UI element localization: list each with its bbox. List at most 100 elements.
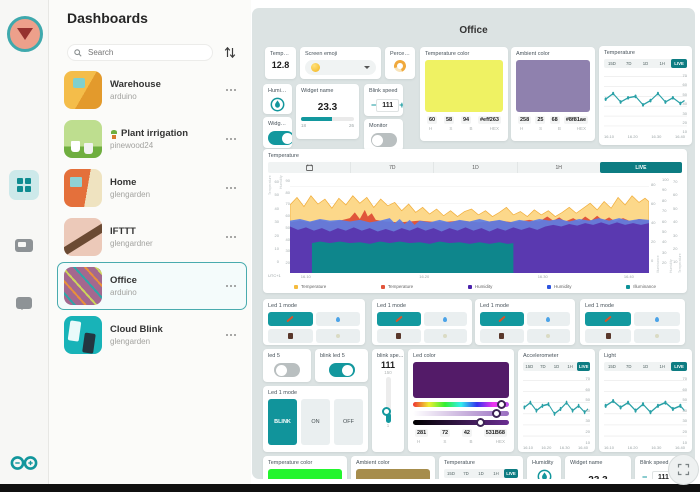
slider-value: 111 — [381, 360, 395, 370]
tab-7d[interactable]: 7D — [621, 59, 637, 68]
tab-7d[interactable]: 7D — [621, 362, 637, 371]
slider-knob[interactable] — [382, 407, 391, 416]
mode-pencil-button[interactable] — [377, 312, 421, 326]
tab-1h[interactable]: 1H — [654, 362, 670, 371]
toggle-off[interactable] — [274, 363, 300, 377]
tab-1h[interactable]: 1H — [517, 162, 600, 173]
tab-15d[interactable]: 15D — [604, 59, 620, 68]
color-swatch[interactable] — [425, 60, 503, 112]
dashboard-item-warehouse[interactable]: Warehouse arduino — [57, 66, 247, 114]
plus-button[interactable]: + — [399, 101, 403, 110]
dashboard-thumbnail[interactable] — [64, 267, 102, 305]
dashboard-item-plant-irrigation[interactable]: Plant irrigation pinewood24 — [57, 115, 247, 163]
color-swatch[interactable] — [516, 60, 590, 112]
mode-plug-button[interactable] — [268, 329, 313, 343]
mode-droplet-button[interactable] — [316, 312, 361, 326]
item-menu-icon[interactable] — [226, 187, 236, 189]
mode-bulb-button[interactable] — [424, 329, 468, 343]
tab-live[interactable]: LIVE — [671, 59, 687, 68]
chart-legend: Temperature Temperature Humidity Humidit… — [268, 281, 682, 289]
dashboard-thumbnail[interactable] — [64, 169, 102, 207]
dashboard-item-cloud-blink[interactable]: Cloud Blink glengarden — [57, 311, 247, 359]
hex-value: #eff263 — [478, 116, 501, 124]
saturation-slider[interactable] — [413, 411, 509, 416]
toggle-off[interactable] — [371, 133, 397, 147]
tab-live[interactable]: LIVE — [600, 162, 682, 173]
dashboard-thumbnail[interactable] — [64, 71, 102, 109]
vertical-slider[interactable] — [386, 377, 391, 423]
emoji-dropdown[interactable] — [305, 60, 376, 75]
mode-plug-button[interactable] — [480, 329, 524, 343]
dashboards-grid-icon[interactable] — [9, 170, 39, 200]
dashboard-item-ifttt[interactable]: IFTTT glengardner — [57, 213, 247, 261]
dashboard-item-home[interactable]: Home glengarden — [57, 164, 247, 212]
dashboard-thumbnail[interactable] — [64, 316, 102, 354]
mode-pencil-button[interactable] — [268, 312, 313, 326]
tab-1h[interactable]: 1H — [564, 362, 577, 371]
search-input[interactable] — [86, 47, 206, 58]
dashboard-thumbnail[interactable] — [64, 218, 102, 256]
mode-plug-button[interactable] — [585, 329, 631, 343]
search-bar[interactable] — [67, 44, 213, 61]
mode-plug-button[interactable] — [377, 329, 421, 343]
item-menu-icon[interactable] — [226, 138, 236, 140]
tab-15d[interactable]: 15D — [523, 362, 536, 371]
toggle-on[interactable] — [329, 363, 355, 377]
tab-1h[interactable]: 1H — [489, 469, 503, 478]
tab-1d[interactable]: 1D — [638, 362, 654, 371]
hex-value: #8f81ae — [564, 116, 588, 124]
tab-1d[interactable]: 1D — [474, 469, 488, 478]
tab-live[interactable]: LIVE — [671, 362, 687, 371]
devices-icon[interactable] — [9, 230, 39, 260]
tab-live[interactable]: LIVE — [504, 469, 518, 478]
bulb-icon — [546, 334, 550, 338]
tab-7d[interactable]: 7D — [350, 162, 433, 173]
tab-15d[interactable]: 15D — [444, 469, 458, 478]
chat-icon[interactable] — [9, 288, 39, 318]
slider-min: 1 — [387, 423, 390, 428]
slider-knob[interactable] — [476, 418, 485, 427]
mode-bulb-button[interactable] — [634, 329, 680, 343]
mode-droplet-button[interactable] — [527, 312, 571, 326]
tab-live[interactable]: LIVE — [577, 362, 590, 371]
tab-calendar[interactable] — [268, 162, 350, 173]
smiley-face-icon — [311, 63, 320, 72]
slider-knob[interactable] — [497, 400, 506, 409]
color-swatch[interactable] — [268, 469, 342, 479]
off-button[interactable]: OFF — [334, 399, 363, 445]
fullscreen-button[interactable] — [668, 454, 699, 485]
color-swatch[interactable] — [413, 362, 509, 398]
item-menu-icon[interactable] — [226, 285, 236, 287]
tab-1d[interactable]: 1D — [433, 162, 516, 173]
item-menu-icon[interactable] — [226, 236, 236, 238]
sort-button[interactable] — [221, 44, 239, 61]
blink-button[interactable]: BLINK — [268, 399, 297, 445]
minus-button[interactable]: − — [642, 473, 647, 479]
mode-pencil-button[interactable] — [585, 312, 631, 326]
tab-1d[interactable]: 1D — [638, 59, 654, 68]
stepper-value[interactable]: 111 — [376, 99, 399, 112]
hue-slider[interactable] — [413, 402, 509, 407]
on-button[interactable]: ON — [301, 399, 330, 445]
tab-1h[interactable]: 1H — [654, 59, 670, 68]
mode-pencil-button[interactable] — [480, 312, 524, 326]
mode-bulb-button[interactable] — [316, 329, 361, 343]
mode-droplet-button[interactable] — [424, 312, 468, 326]
brightness-slider[interactable] — [413, 420, 509, 425]
slider-knob[interactable] — [492, 409, 501, 418]
color-swatch[interactable] — [356, 469, 430, 479]
item-menu-icon[interactable] — [226, 334, 236, 336]
user-avatar[interactable] — [7, 16, 43, 52]
tab-1d[interactable]: 1D — [550, 362, 563, 371]
toggle-on[interactable] — [268, 131, 292, 145]
dashboard-owner: glengardner — [110, 239, 218, 248]
tab-7d[interactable]: 7D — [537, 362, 550, 371]
mode-bulb-button[interactable] — [527, 329, 571, 343]
dashboard-item-office-selected[interactable]: Office arduino — [57, 262, 247, 310]
tab-15d[interactable]: 15D — [604, 362, 620, 371]
dashboard-thumbnail[interactable] — [64, 120, 102, 158]
arduino-logo-icon[interactable] — [9, 448, 39, 478]
item-menu-icon[interactable] — [226, 89, 236, 91]
tab-7d[interactable]: 7D — [459, 469, 473, 478]
mode-droplet-button[interactable] — [634, 312, 680, 326]
